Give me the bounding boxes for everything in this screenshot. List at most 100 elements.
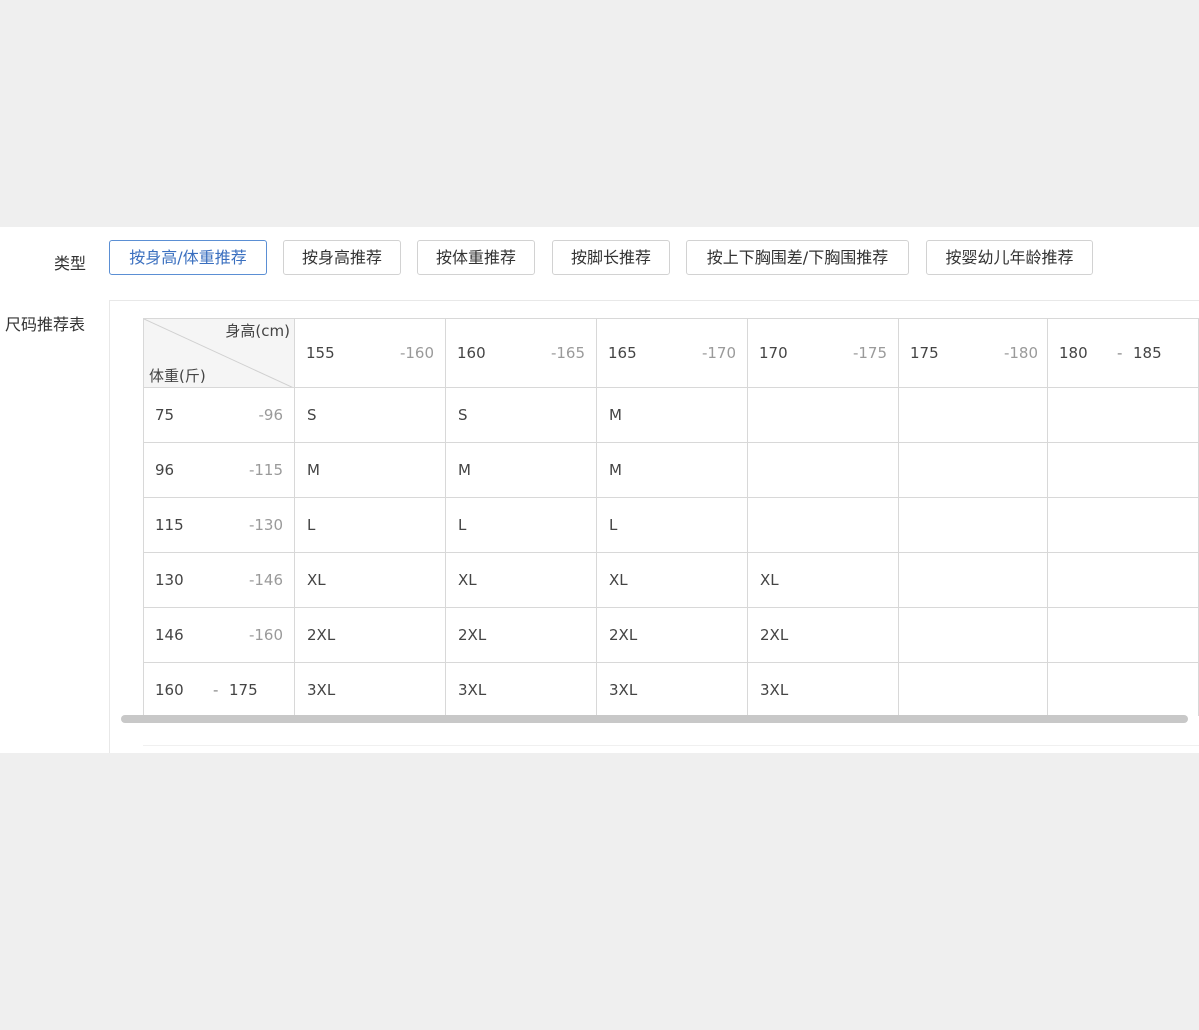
size-value: M [609, 406, 622, 424]
height-header-155: 155 -160 [294, 318, 446, 388]
weight-high: -115 [248, 461, 283, 479]
height-low: 170 [759, 344, 788, 362]
size-value: M [458, 461, 471, 479]
weight-header-146: 146 -160 [143, 607, 295, 663]
height-header-160: 160 -165 [445, 318, 597, 388]
size-value: XL [458, 571, 477, 589]
weight-high: -160 [248, 626, 283, 644]
size-cell: L [596, 497, 748, 553]
size-cell: L [294, 497, 446, 553]
size-value: S [307, 406, 317, 424]
size-cell: XL [596, 552, 748, 608]
weight-high: -130 [248, 516, 283, 534]
type-button-infant-age[interactable]: 按婴幼儿年龄推荐 [926, 240, 1093, 275]
size-value: M [307, 461, 320, 479]
size-cell: 2XL [596, 607, 748, 663]
size-value: XL [760, 571, 779, 589]
size-cell [898, 387, 1050, 443]
weight-header-160: 160 - 175 [143, 662, 295, 716]
weight-header-75: 75 -96 [143, 387, 295, 443]
size-value: 2XL [609, 626, 638, 644]
size-cell: 3XL [445, 662, 597, 716]
size-cell: M [294, 442, 446, 498]
divider [143, 745, 1199, 746]
size-cell [898, 552, 1050, 608]
size-cell: XL [294, 552, 446, 608]
size-value: 3XL [458, 681, 487, 699]
height-low: 180 [1059, 344, 1088, 362]
height-low: 165 [608, 344, 637, 362]
weight-low: 115 [155, 516, 184, 534]
size-table: 身高(cm) 体重(斤) 155 -160 160 -165 165 -170 … [143, 318, 1199, 716]
size-cell [747, 387, 899, 443]
size-cell: XL [747, 552, 899, 608]
height-high: -165 [550, 344, 585, 362]
size-value: 3XL [609, 681, 638, 699]
size-value: L [609, 516, 618, 534]
size-value: XL [307, 571, 326, 589]
size-cell [1047, 387, 1199, 443]
weight-low: 96 [155, 461, 175, 479]
size-cell: 3XL [596, 662, 748, 716]
height-low: 155 [306, 344, 335, 362]
weight-high: -146 [248, 571, 283, 589]
size-cell: 2XL [445, 607, 597, 663]
weight-high: 175 [229, 681, 258, 699]
weight-header-96: 96 -115 [143, 442, 295, 498]
size-cell: 3XL [747, 662, 899, 716]
height-high: -160 [399, 344, 434, 362]
size-value: M [609, 461, 622, 479]
weight-separator: - [213, 681, 219, 699]
size-cell: S [294, 387, 446, 443]
weight-header-115: 115 -130 [143, 497, 295, 553]
size-cell: 3XL [294, 662, 446, 716]
size-cell: 2XL [747, 607, 899, 663]
size-value: XL [609, 571, 628, 589]
weight-axis-label: 体重(斤) [149, 367, 206, 385]
size-cell: M [596, 442, 748, 498]
size-cell: M [596, 387, 748, 443]
size-cell [1047, 442, 1199, 498]
type-button-height-weight[interactable]: 按身高/体重推荐 [109, 240, 267, 275]
height-header-165: 165 -170 [596, 318, 748, 388]
size-cell [898, 497, 1050, 553]
weight-header-130: 130 -146 [143, 552, 295, 608]
size-value: S [458, 406, 468, 424]
height-high: -170 [701, 344, 736, 362]
weight-low: 146 [155, 626, 184, 644]
height-high: -175 [852, 344, 887, 362]
weight-low: 160 [155, 681, 184, 699]
size-cell: M [445, 442, 597, 498]
type-button-foot-length[interactable]: 按脚长推荐 [552, 240, 670, 275]
horizontal-scrollbar[interactable] [121, 715, 1188, 723]
height-low: 175 [910, 344, 939, 362]
size-value: 3XL [307, 681, 336, 699]
size-cell [1047, 607, 1199, 663]
table-corner-header: 身高(cm) 体重(斤) [143, 318, 296, 389]
type-label: 类型 [54, 254, 87, 273]
height-low: 160 [457, 344, 486, 362]
size-table-label: 尺码推荐表 [5, 315, 86, 334]
size-value: 2XL [760, 626, 789, 644]
size-cell [747, 442, 899, 498]
size-cell [1047, 662, 1199, 716]
height-high: -180 [1003, 344, 1038, 362]
size-value: L [307, 516, 316, 534]
height-header-170: 170 -175 [747, 318, 899, 388]
size-cell [898, 442, 1050, 498]
type-button-height[interactable]: 按身高推荐 [283, 240, 401, 275]
weight-high: -96 [258, 406, 284, 424]
type-button-weight[interactable]: 按体重推荐 [417, 240, 535, 275]
height-axis-label: 身高(cm) [225, 322, 290, 340]
size-cell: S [445, 387, 597, 443]
height-separator: - [1117, 344, 1123, 362]
size-cell [747, 497, 899, 553]
size-cell [1047, 497, 1199, 553]
height-header-175: 175 -180 [898, 318, 1050, 388]
type-button-bust[interactable]: 按上下胸围差/下胸围推荐 [686, 240, 909, 275]
size-cell [898, 607, 1050, 663]
height-high: 185 [1133, 344, 1162, 362]
size-cell: L [445, 497, 597, 553]
weight-low: 130 [155, 571, 184, 589]
height-header-180: 180 - 185 [1047, 318, 1199, 388]
